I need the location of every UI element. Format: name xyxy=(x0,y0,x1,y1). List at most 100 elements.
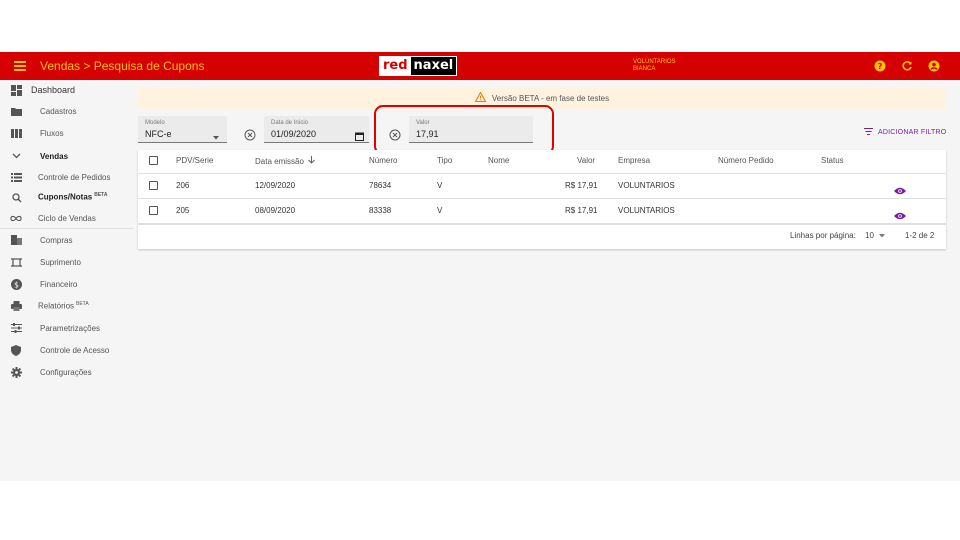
select-all-checkbox[interactable] xyxy=(149,156,158,165)
sidebar-item-label: Suprimento xyxy=(40,257,81,267)
header-data-label: Data emissão xyxy=(255,157,304,166)
help-icon[interactable]: ? xyxy=(873,59,886,72)
cell-tipo: V xyxy=(437,206,443,215)
cell-numero: 83338 xyxy=(369,206,392,215)
cell-pdv: 206 xyxy=(176,181,190,190)
user-name: BIANCA xyxy=(633,66,656,72)
header-valor[interactable]: Valor xyxy=(577,156,595,165)
modelo-value: NFC-e xyxy=(145,129,172,139)
highlight-box xyxy=(374,105,554,155)
cell-valor: R$ 17,91 xyxy=(565,181,598,190)
row-checkbox[interactable] xyxy=(149,181,158,190)
sidebar-item-cadastros[interactable]: Cadastros xyxy=(0,101,133,121)
sidebar-item-label: Relatórios xyxy=(38,301,75,311)
list-icon xyxy=(10,171,22,183)
sort-arrow-icon xyxy=(308,156,315,166)
sidebar-item-compras[interactable]: Compras xyxy=(0,230,133,250)
sidebar-item-cupons-notas[interactable]: Cupons/Notas BETA xyxy=(0,187,133,207)
sidebar-item-label-wrap: Cupons/Notas BETA xyxy=(38,192,107,202)
add-filter-button[interactable]: ADICIONAR FILTRO xyxy=(864,128,946,137)
sidebar-item-label-wrap: Relatórios BETA xyxy=(38,301,89,311)
sidebar-item-controle-acesso[interactable]: Controle de Acesso xyxy=(0,340,133,360)
cell-tipo: V xyxy=(437,181,443,190)
header-data[interactable]: Data emissão xyxy=(255,156,315,166)
sidebar-item-label: Fluxos xyxy=(40,128,64,138)
sidebar-item-controle-pedidos[interactable]: Controle de Pedidos xyxy=(0,167,133,187)
sidebar-item-label: Dashboard xyxy=(31,85,76,95)
sidebar-item-fluxos[interactable]: Fluxos xyxy=(0,123,133,143)
cell-empresa: VOLUNTARIOS xyxy=(618,206,675,215)
sidebar-item-label: Configurações xyxy=(40,367,92,377)
rows-per-page-select[interactable]: 10 xyxy=(865,231,886,240)
printer-icon xyxy=(10,300,22,312)
sidebar-item-relatorios[interactable]: Relatórios BETA xyxy=(0,296,133,316)
sidebar-item-ciclo-vendas[interactable]: Ciclo de Vendas xyxy=(0,208,133,228)
svg-text:$: $ xyxy=(14,280,19,289)
sidebar-item-parametrizacoes[interactable]: Parametrizações xyxy=(0,318,133,338)
sidebar-item-label: Cadastros xyxy=(40,106,77,116)
cell-numero: 78634 xyxy=(369,181,392,190)
receipt-search-icon xyxy=(10,191,22,203)
pagination-range: 1-2 de 2 xyxy=(905,231,935,240)
add-filter-label: ADICIONAR FILTRO xyxy=(878,129,947,136)
cell-empresa: VOLUNTARIOS xyxy=(618,181,675,190)
columns-icon xyxy=(10,127,22,139)
company-name: VOLUNTARIOS xyxy=(633,59,676,65)
sidebar-item-financeiro[interactable]: $ Financeiro xyxy=(0,274,133,294)
sidebar-item-label: Cupons/Notas xyxy=(38,192,93,202)
row-divider xyxy=(138,198,946,199)
clear-date-icon[interactable] xyxy=(244,128,256,141)
sidebar-item-label: Parametrizações xyxy=(40,323,101,333)
row-divider xyxy=(138,173,946,174)
warning-icon xyxy=(474,91,487,104)
cell-valor: R$ 17,91 xyxy=(565,206,598,215)
view-icon[interactable] xyxy=(894,182,906,195)
app-frame: Vendas > Pesquisa de Cupons red naxel VO… xyxy=(0,52,960,481)
refresh-icon[interactable] xyxy=(900,59,913,72)
row-divider xyxy=(138,224,946,225)
account-icon[interactable] xyxy=(927,59,940,72)
sidebar-item-vendas[interactable]: Vendas xyxy=(0,146,133,166)
cell-data: 12/09/2020 xyxy=(255,181,296,190)
banner-text: Versão BETA - em fase de testes xyxy=(491,93,610,103)
view-icon[interactable] xyxy=(894,207,906,220)
sidebar-item-dashboard[interactable]: Dashboard xyxy=(0,80,133,100)
data-inicio-field[interactable]: Data de Início 01/09/2020 xyxy=(264,116,369,143)
sliders-icon xyxy=(10,322,22,334)
row-divider xyxy=(138,223,946,224)
sidebar-item-configuracoes[interactable]: Configurações xyxy=(0,362,133,382)
rows-per-page-value: 10 xyxy=(865,231,874,240)
dashboard-icon xyxy=(10,84,22,96)
modelo-label: Modelo xyxy=(145,120,165,126)
money-icon: $ xyxy=(10,278,22,290)
header-pdv[interactable]: PDV/Serie xyxy=(176,156,213,165)
beta-badge: BETA xyxy=(94,192,108,199)
header-numero-pedido[interactable]: Número Pedido xyxy=(718,156,774,165)
sidebar: Dashboard Cadastros Fluxos Vendas Contro… xyxy=(0,80,133,481)
dropdown-arrow-icon xyxy=(213,127,219,145)
menu-icon[interactable] xyxy=(14,61,26,71)
cell-pdv: 205 xyxy=(176,206,190,215)
dropdown-arrow-icon xyxy=(879,231,886,240)
header-tipo[interactable]: Tipo xyxy=(437,156,452,165)
header-status[interactable]: Status xyxy=(821,156,844,165)
data-inicio-value: 01/09/2020 xyxy=(271,129,317,139)
user-info: VOLUNTARIOS BIANCA xyxy=(633,59,676,73)
sidebar-item-suprimento[interactable]: Suprimento xyxy=(0,252,133,272)
rows-per-page-label: Linhas por página: xyxy=(790,231,856,240)
cell-data: 08/09/2020 xyxy=(255,206,296,215)
header-numero[interactable]: Número xyxy=(369,156,397,165)
sidebar-item-label: Controle de Acesso xyxy=(40,345,110,355)
filter-icon xyxy=(864,128,873,137)
sidebar-item-label: Compras xyxy=(40,235,73,245)
calendar-icon[interactable] xyxy=(355,128,364,146)
sidebar-divider xyxy=(0,228,133,229)
row-checkbox[interactable] xyxy=(149,206,158,215)
logo: red naxel xyxy=(379,56,458,76)
modelo-select[interactable]: Modelo NFC-e xyxy=(138,116,227,143)
sidebar-item-label: Controle de Pedidos xyxy=(38,172,111,182)
header-empresa[interactable]: Empresa xyxy=(618,156,650,165)
infinity-icon xyxy=(10,212,22,224)
header-nome[interactable]: Nome xyxy=(488,156,509,165)
svg-text:?: ? xyxy=(877,62,882,71)
